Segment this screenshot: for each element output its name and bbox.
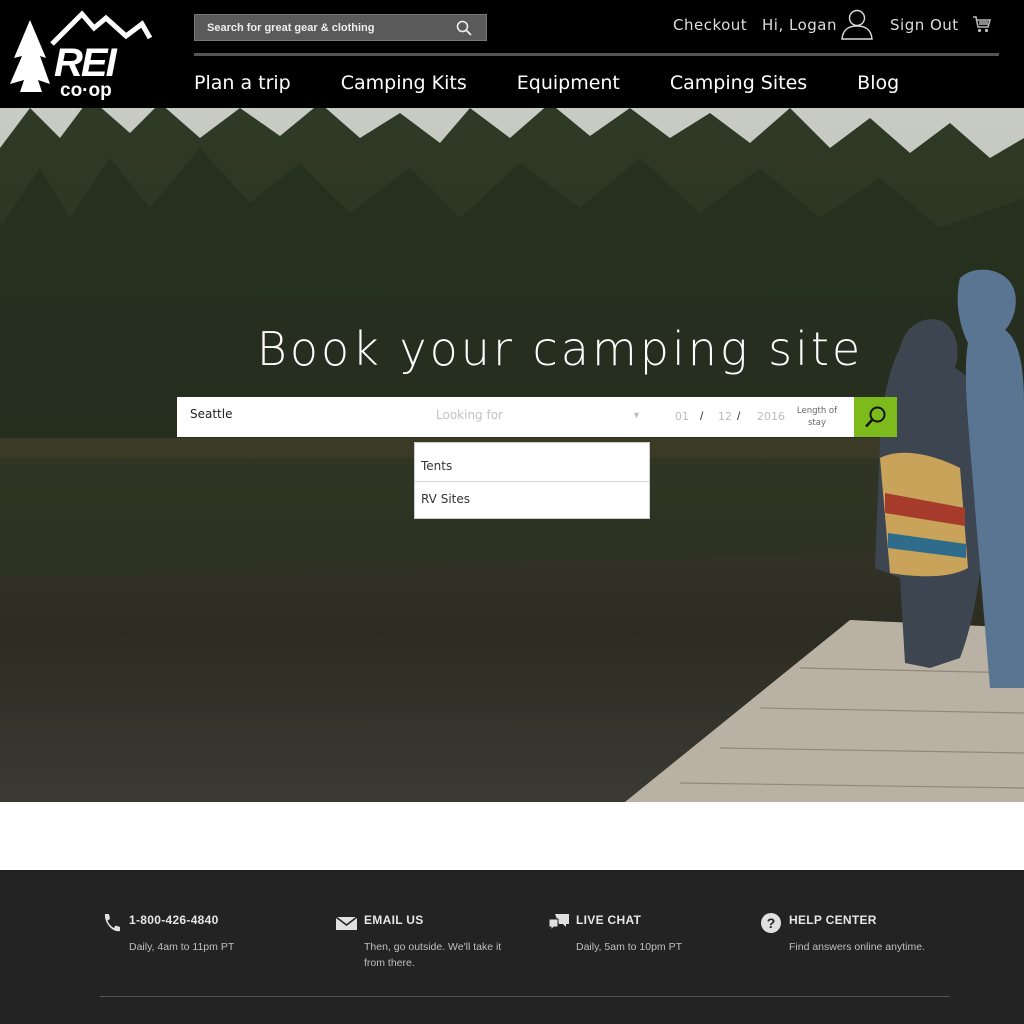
dropdown-divider: [415, 481, 649, 482]
chat-icon: [548, 914, 569, 932]
nav-camping-kits[interactable]: Camping Kits: [341, 72, 467, 94]
length-of-stay-select[interactable]: Length of stay: [793, 405, 841, 429]
nav-blog[interactable]: Blog: [857, 72, 899, 94]
site-search-bar: [194, 14, 487, 41]
email-title: EMAIL US: [364, 913, 424, 927]
campsite-search-form: Looking for ▼ 01 / 12 / 2016 Length of s…: [177, 397, 854, 437]
date-day-input[interactable]: 12: [718, 410, 732, 423]
logo-subtext: co·op: [60, 80, 112, 100]
phone-number: 1-800-426-4840: [129, 913, 219, 927]
site-footer: 1-800-426-4840 Daily, 4am to 11pm PT EMA…: [0, 870, 1024, 1024]
envelope-icon: [336, 916, 358, 930]
search-icon[interactable]: [456, 20, 472, 36]
user-greeting[interactable]: Hi, Logan: [762, 16, 837, 34]
help-title: HELP CENTER: [789, 913, 877, 927]
phone-icon: [104, 914, 120, 932]
nav-equipment[interactable]: Equipment: [517, 72, 620, 94]
chat-title: LIVE CHAT: [576, 913, 642, 927]
help-icon: ?: [761, 913, 781, 933]
date-separator: /: [700, 409, 704, 423]
hero-banner: Book your camping site Looking for ▼ 01 …: [0, 108, 1024, 802]
chevron-down-icon[interactable]: ▼: [632, 410, 641, 420]
date-year-input[interactable]: 2016: [757, 410, 785, 423]
footer-divider: [100, 996, 950, 997]
dropdown-option-rv-sites[interactable]: RV Sites: [415, 483, 649, 516]
search-icon: [865, 406, 886, 428]
hero-title: Book your camping site: [256, 322, 864, 376]
looking-for-dropdown: Tents RV Sites: [414, 442, 650, 519]
search-submit-button[interactable]: [854, 397, 897, 437]
email-desc: Then, go outside. We'll take it from the…: [364, 941, 502, 969]
site-header: REI co·op Checkout Hi, Logan Sign Out Pl…: [0, 0, 1024, 108]
header-divider: [194, 53, 999, 56]
date-separator: /: [737, 409, 741, 423]
nav-camping-sites[interactable]: Camping Sites: [670, 72, 807, 94]
phone-hours: Daily, 4am to 11pm PT: [129, 941, 235, 953]
looking-for-select[interactable]: Looking for: [436, 408, 503, 422]
help-desc: Find answers online anytime.: [789, 941, 925, 953]
sign-out-link[interactable]: Sign Out: [890, 16, 959, 34]
location-input[interactable]: [190, 407, 410, 421]
checkout-link[interactable]: Checkout: [673, 16, 747, 34]
chat-hours: Daily, 5am to 10pm PT: [576, 941, 683, 953]
site-search-input[interactable]: [207, 21, 447, 34]
date-month-input[interactable]: 01: [675, 410, 689, 423]
logo-text: REI: [54, 41, 118, 85]
user-icon[interactable]: [840, 8, 874, 40]
dropdown-option-tents[interactable]: Tents: [415, 450, 649, 483]
main-nav: Plan a trip Camping Kits Equipment Campi…: [194, 72, 949, 94]
svg-text:?: ?: [767, 915, 776, 931]
cart-icon[interactable]: [972, 15, 992, 33]
nav-plan-a-trip[interactable]: Plan a trip: [194, 72, 291, 94]
rei-logo[interactable]: REI co·op: [10, 8, 155, 100]
